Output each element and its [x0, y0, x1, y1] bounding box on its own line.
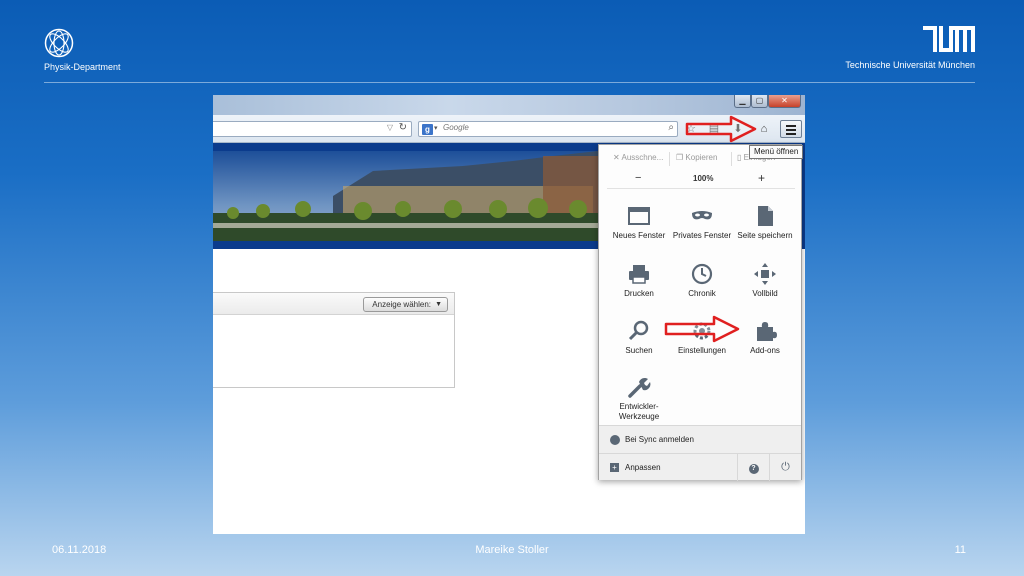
panel-header: Anzeige wählen: ▼	[213, 293, 454, 315]
reload-icon[interactable]: ↻	[399, 122, 407, 133]
zoom-out-button[interactable]: −	[635, 172, 641, 184]
customize-button[interactable]: Anpassen	[625, 454, 661, 481]
wrench-icon	[628, 377, 651, 398]
addons-button[interactable]: Add-ons	[733, 320, 797, 356]
paste-icon: ▯	[737, 153, 742, 162]
campus-photo	[213, 151, 598, 241]
customize-plus-icon: +	[610, 463, 619, 472]
save-page-button[interactable]: Seite speichern	[733, 205, 797, 241]
url-history-dropdown-icon[interactable]: ▽	[387, 123, 393, 132]
search-input[interactable]	[443, 123, 643, 132]
cut-button[interactable]: ✕ Ausschne...	[613, 153, 663, 162]
display-select[interactable]: Anzeige wählen: ▼	[363, 297, 448, 312]
firefox-menu-panel: ✕ Ausschne... ❐ Kopieren ▯ Einfügen − 10…	[598, 144, 802, 481]
footer-author: Mareike Stoller	[475, 544, 549, 556]
search-bar[interactable]: g ▾ ⌕	[418, 121, 678, 137]
puzzle-piece-icon	[757, 322, 777, 341]
edit-separator	[731, 152, 732, 166]
university-label: Technische Universität München	[845, 60, 975, 70]
page-number: 11	[954, 544, 966, 556]
quit-button[interactable]: ⏻	[769, 454, 801, 481]
zoom-in-button[interactable]: +	[758, 171, 765, 185]
content-panel: Anzeige wählen: ▼	[213, 292, 455, 388]
url-bar[interactable]: ▽ ↻	[213, 121, 412, 137]
save-page-icon	[758, 206, 773, 226]
customize-footer: + Anpassen ? ⏻	[599, 453, 801, 481]
print-icon	[629, 265, 649, 284]
sync-signin-button[interactable]: Bei Sync anmelden	[599, 425, 801, 453]
browser-screenshot: ▁ ▢ ✕ ▽ ↻ g ▾ ⌕ ☆ ▤ ⬇ ⌂	[213, 95, 805, 534]
new-window-button[interactable]: Neues Fenster	[607, 205, 671, 241]
google-engine-icon[interactable]: g	[422, 124, 433, 135]
search-go-icon[interactable]: ⌕	[668, 122, 674, 133]
history-clock-icon	[691, 263, 713, 285]
fullscreen-icon	[754, 263, 776, 285]
fullscreen-button[interactable]: Vollbild	[733, 263, 797, 299]
red-arrow-icon	[664, 315, 740, 343]
print-button[interactable]: Drucken	[607, 263, 671, 299]
chevron-down-icon: ▼	[435, 301, 442, 308]
copy-button[interactable]: ❐ Kopieren	[676, 153, 717, 162]
private-window-button[interactable]: Privates Fenster	[670, 205, 734, 241]
developer-tools-button[interactable]: Entwickler-Werkzeuge	[607, 376, 671, 422]
home-icon[interactable]: ⌂	[756, 122, 772, 136]
zoom-controls: − 100% +	[607, 171, 795, 189]
search-button[interactable]: Suchen	[607, 320, 671, 356]
help-button[interactable]: ?	[737, 454, 769, 481]
close-window-button[interactable]: ✕	[768, 95, 801, 108]
red-arrow-icon	[685, 115, 757, 143]
window-titlebar: ▁ ▢ ✕	[213, 95, 805, 115]
power-icon: ⏻	[781, 461, 790, 473]
tum-logo-icon	[923, 26, 975, 52]
sync-label: Bei Sync anmelden	[625, 435, 694, 444]
department-label: Physik-Department	[44, 62, 121, 72]
physics-atom-logo-icon	[44, 28, 74, 58]
history-button[interactable]: Chronik	[670, 263, 734, 299]
search-icon	[628, 320, 649, 341]
copy-icon: ❐	[676, 153, 684, 162]
private-mask-icon	[692, 211, 712, 220]
open-menu-button[interactable]	[780, 120, 802, 138]
zoom-reset-button[interactable]: 100%	[693, 174, 713, 183]
engine-dropdown-icon[interactable]: ▾	[434, 124, 438, 132]
sync-icon	[610, 435, 620, 445]
edit-separator	[669, 152, 670, 166]
menu-tooltip: Menü öffnen	[749, 145, 804, 159]
maximize-button[interactable]: ▢	[751, 95, 768, 108]
display-select-label: Anzeige wählen:	[372, 300, 431, 309]
minimize-button[interactable]: ▁	[734, 95, 751, 108]
cut-icon: ✕	[613, 153, 620, 162]
new-window-icon	[628, 207, 650, 225]
help-icon: ?	[748, 464, 759, 474]
header-divider	[44, 82, 975, 83]
